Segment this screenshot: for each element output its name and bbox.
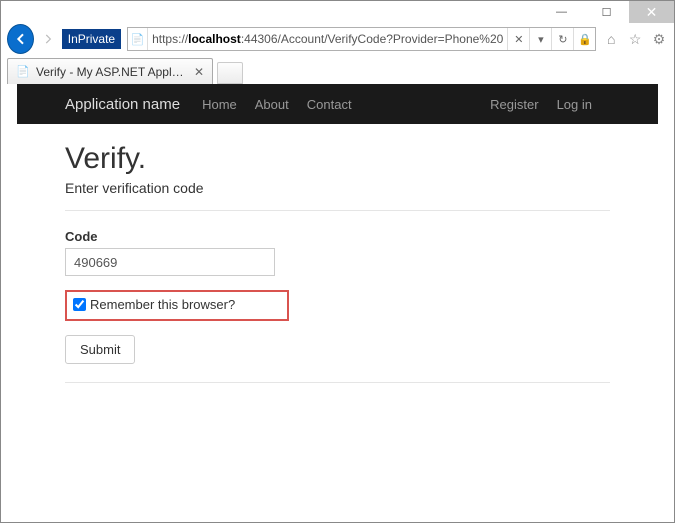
nav-contact[interactable]: Contact bbox=[307, 97, 352, 112]
favorites-icon[interactable]: ☆ bbox=[626, 29, 644, 49]
highlight-annotation: Remember this browser? bbox=[65, 290, 289, 321]
tab-favicon-icon: 📄 bbox=[16, 65, 30, 79]
tools-icon[interactable]: ⚙ bbox=[650, 29, 668, 49]
home-icon[interactable]: ⌂ bbox=[602, 29, 620, 49]
divider bbox=[65, 382, 610, 383]
nav-home[interactable]: Home bbox=[202, 97, 237, 112]
inprivate-badge: InPrivate bbox=[62, 29, 121, 49]
tab-title: Verify - My ASP.NET Applic... bbox=[36, 65, 186, 79]
window-titlebar: — ☐ ✕ bbox=[1, 1, 674, 23]
page-favicon-icon: 📄 bbox=[128, 28, 148, 50]
code-input[interactable] bbox=[65, 248, 275, 276]
brand-link[interactable]: Application name bbox=[65, 96, 180, 113]
lock-icon[interactable]: 🔒 bbox=[573, 28, 595, 50]
nav-about[interactable]: About bbox=[255, 97, 289, 112]
forward-button[interactable] bbox=[38, 28, 58, 50]
page-heading: Verify. bbox=[65, 142, 610, 176]
site-navbar: Application name Home About Contact Regi… bbox=[17, 84, 658, 124]
remember-checkbox[interactable] bbox=[73, 298, 86, 311]
divider bbox=[65, 210, 610, 211]
url-dropdown-button[interactable]: ▾ bbox=[529, 28, 551, 50]
new-tab-button[interactable] bbox=[217, 62, 243, 84]
page-viewport: Application name Home About Contact Regi… bbox=[17, 84, 658, 507]
page-subheading: Enter verification code bbox=[65, 180, 610, 196]
submit-button[interactable]: Submit bbox=[65, 335, 135, 364]
browser-toolbar: InPrivate 📄 https://localhost:44306/Acco… bbox=[1, 23, 674, 55]
refresh-button[interactable]: ↻ bbox=[551, 28, 573, 50]
window-close-button[interactable]: ✕ bbox=[629, 1, 674, 23]
remember-label[interactable]: Remember this browser? bbox=[90, 297, 235, 312]
stop-button[interactable]: ✕ bbox=[507, 28, 529, 50]
address-bar[interactable]: 📄 https://localhost:44306/Account/Verify… bbox=[127, 27, 596, 51]
nav-login[interactable]: Log in bbox=[557, 97, 592, 112]
code-label: Code bbox=[65, 229, 610, 244]
url-text[interactable]: https://localhost:44306/Account/VerifyCo… bbox=[148, 32, 507, 46]
window-maximize-button[interactable]: ☐ bbox=[584, 1, 629, 23]
browser-tab[interactable]: 📄 Verify - My ASP.NET Applic... ✕ bbox=[7, 58, 213, 84]
tab-close-button[interactable]: ✕ bbox=[192, 65, 206, 79]
back-button[interactable] bbox=[7, 24, 34, 54]
window-minimize-button[interactable]: — bbox=[539, 1, 584, 23]
nav-register[interactable]: Register bbox=[490, 97, 538, 112]
tab-strip: 📄 Verify - My ASP.NET Applic... ✕ bbox=[1, 55, 674, 85]
main-content: Verify. Enter verification code Code Rem… bbox=[17, 124, 658, 401]
